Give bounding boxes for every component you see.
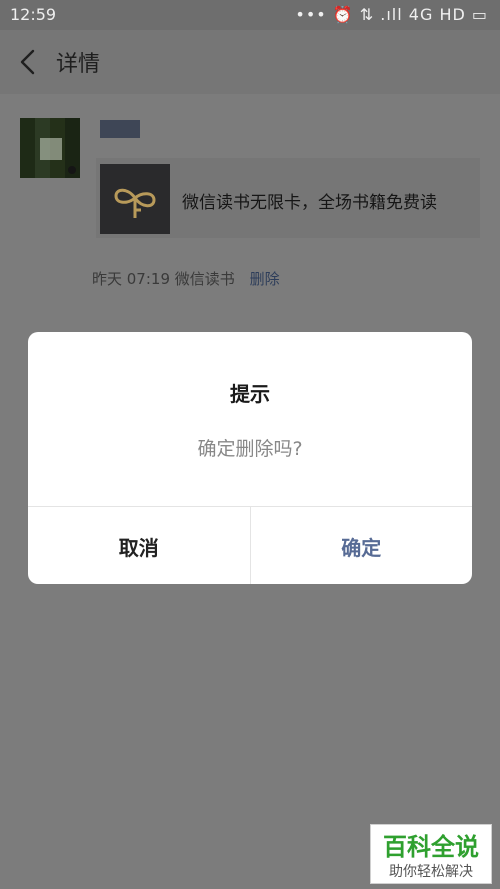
header-bar: 详情 — [0, 30, 500, 94]
watermark-subtitle: 助你轻松解决 — [389, 864, 473, 880]
post-time: 昨天 07:19 — [92, 270, 170, 288]
username-redacted[interactable] — [100, 120, 140, 138]
post-source: 微信读书 — [174, 270, 235, 288]
cancel-button[interactable]: 取消 — [28, 507, 251, 584]
status-time: 12:59 — [10, 5, 57, 24]
avatar-dot — [68, 166, 76, 174]
post-meta: 昨天 07:19 微信读书 删除 — [92, 268, 280, 289]
share-title: 微信读书无限卡，全场书籍免费读 — [182, 193, 437, 213]
confirm-dialog: 提示 确定删除吗? 取消 确定 — [28, 332, 472, 584]
avatar-blur — [40, 138, 62, 160]
shared-link-card[interactable]: 微信读书无限卡，全场书籍免费读 — [96, 158, 480, 238]
delete-link[interactable]: 删除 — [250, 270, 280, 288]
status-bar: 12:59 ••• ⏰ ⇅ .ıll 4G HD ▭ — [0, 0, 500, 30]
back-arrow-icon[interactable] — [16, 48, 42, 76]
avatar[interactable] — [20, 118, 80, 178]
weread-logo-icon — [114, 188, 156, 218]
watermark-title: 百科全说 — [383, 833, 479, 861]
dialog-actions: 取消 确定 — [28, 506, 472, 584]
share-thumbnail — [100, 164, 170, 234]
dialog-message: 确定删除吗? — [197, 438, 303, 460]
dialog-title: 提示 — [230, 382, 270, 406]
page-title: 详情 — [56, 52, 101, 77]
watermark-logo: 百科全说 助你轻松解决 — [370, 824, 492, 884]
status-indicators: ••• ⏰ ⇅ .ıll 4G HD ▭ — [295, 5, 488, 24]
confirm-button[interactable]: 确定 — [251, 507, 473, 584]
